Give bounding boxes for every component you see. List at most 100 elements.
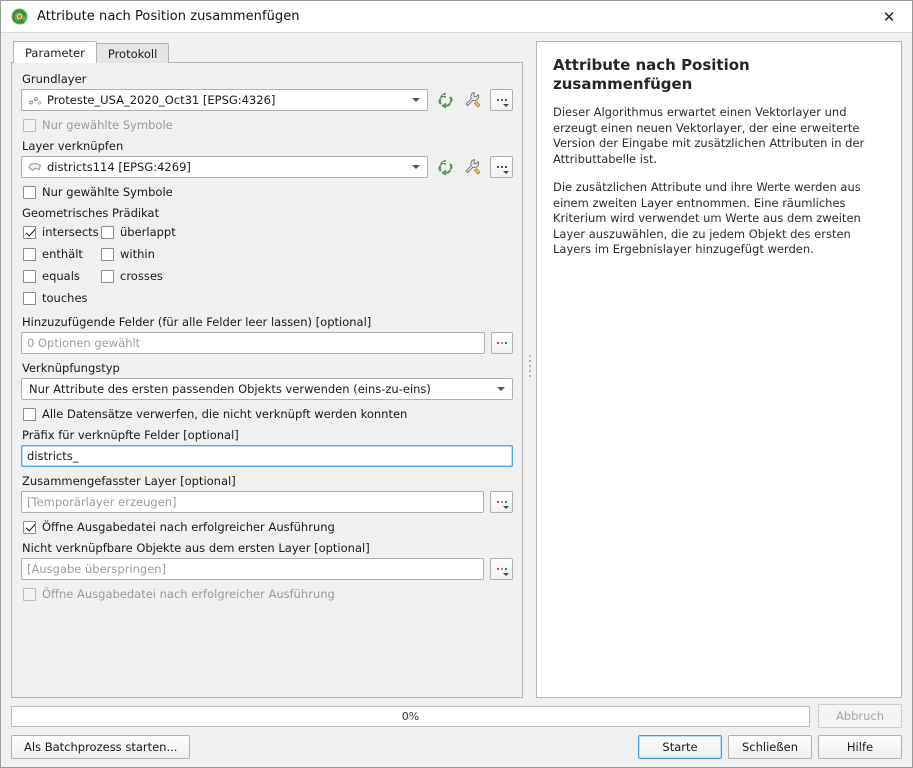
qgis-logo-icon (11, 8, 28, 25)
chevron-down-icon (503, 104, 509, 107)
predicate-label-equals: equals (42, 269, 80, 283)
chevron-down-icon (503, 573, 509, 576)
dialog-body: Parameter Protokoll Grundlayer Proteste_… (1, 33, 912, 698)
checkbox-box (23, 291, 36, 305)
predicate-within[interactable]: within (101, 247, 513, 261)
checkbox-box (23, 407, 36, 421)
run-button[interactable]: Starte (638, 735, 722, 759)
joined-layer-input[interactable]: [Temporärlayer erzeugen] (21, 491, 484, 513)
help-panel: Attribute nach Position zusammenfügen Di… (536, 41, 902, 698)
joined-layer-row: [Temporärlayer erzeugen] (21, 491, 513, 513)
point-layer-icon (27, 93, 43, 107)
refresh-icon[interactable] (434, 156, 456, 178)
polygon-layer-icon (27, 160, 43, 174)
chevron-down-icon (497, 387, 505, 391)
checkbox-box (23, 269, 36, 283)
discard-unmatched-checkbox[interactable]: Alle Datensätze verwerfen, die nicht ver… (23, 407, 513, 421)
checkbox-box (101, 225, 114, 239)
predicate-label-crosses: crosses (120, 269, 163, 283)
checkbox-box (23, 185, 36, 199)
parameters-column: Parameter Protokoll Grundlayer Proteste_… (1, 33, 523, 698)
progress-row: 0% Abbruch (11, 704, 902, 728)
base-layer-combo[interactable]: Proteste_USA_2020_Oct31 [EPSG:4326] (21, 89, 428, 111)
tab-protokoll[interactable]: Protokoll (95, 43, 170, 63)
join-type-label: Verknüpfungstyp (22, 361, 120, 375)
join-layer-combo[interactable]: districts114 [EPSG:4269] (21, 156, 428, 178)
open-output-checkbox-1[interactable]: Öffne Ausgabedatei nach erfolgreicher Au… (23, 520, 513, 534)
dots-menu-icon (496, 501, 507, 503)
close-icon[interactable]: ✕ (866, 1, 912, 32)
base-layer-row: Proteste_USA_2020_Oct31 [EPSG:4326] (21, 89, 513, 111)
unjoinable-label: Nicht verknüpfbare Objekte aus dem erste… (22, 541, 370, 555)
predicate-checkbox-grid: intersects überlappt enthält within equa… (21, 225, 513, 313)
dialog-footer: 0% Abbruch Als Batchprozess starten... S… (1, 698, 912, 767)
help-button[interactable]: Hilfe (818, 735, 902, 759)
button-row: Als Batchprozess starten... Starte Schli… (11, 735, 902, 759)
open-output-label-2: Öffne Ausgabedatei nach erfolgreicher Au… (42, 587, 335, 601)
joined-layer-label: Zusammengefasster Layer [optional] (22, 474, 236, 488)
chevron-down-icon (412, 98, 420, 102)
predicate-ueberlappt[interactable]: überlappt (101, 225, 513, 239)
base-layer-label: Grundlayer (22, 72, 87, 86)
prefix-row: districts_ (21, 445, 513, 467)
tab-parameter[interactable]: Parameter (13, 41, 97, 63)
unjoinable-row: [Ausgabe überspringen] (21, 558, 513, 580)
tab-bar: Parameter Protokoll (13, 41, 523, 63)
join-selected-only-label: Nur gewählte Symbole (42, 185, 173, 199)
panel-splitter[interactable] (523, 33, 536, 698)
refresh-icon[interactable] (434, 89, 456, 111)
fields-to-add-input[interactable]: 0 Optionen gewählt (21, 332, 485, 354)
predicate-crosses[interactable]: crosses (101, 269, 513, 283)
join-type-combo[interactable]: Nur Attribute des ersten passenden Objek… (21, 378, 513, 400)
chevron-down-icon (503, 171, 509, 174)
base-layer-value: Proteste_USA_2020_Oct31 [EPSG:4326] (47, 93, 276, 107)
cancel-button: Abbruch (818, 704, 902, 728)
dots-menu-icon (496, 166, 507, 168)
parameter-panel: Grundlayer Proteste_USA_2020_Oct31 [EPSG… (11, 62, 523, 698)
predicate-label-ueberlappt: überlappt (120, 225, 176, 239)
predicate-label-intersects: intersects (42, 225, 99, 239)
predicate-label-enthaelt: enthält (42, 247, 83, 261)
open-output-label-1: Öffne Ausgabedatei nach erfolgreicher Au… (42, 520, 335, 534)
predicate-touches[interactable]: touches (23, 291, 99, 305)
joined-layer-browse-button[interactable] (490, 491, 513, 513)
checkbox-box (23, 118, 36, 132)
checkbox-box (23, 247, 36, 261)
run-as-batch-button[interactable]: Als Batchprozess starten... (11, 735, 191, 759)
predicate-enthaelt[interactable]: enthält (23, 247, 99, 261)
close-button[interactable]: Schließen (728, 735, 812, 759)
predicate-label-within: within (120, 247, 155, 261)
discard-unmatched-label: Alle Datensätze verwerfen, die nicht ver… (42, 407, 408, 421)
unjoinable-input[interactable]: [Ausgabe überspringen] (21, 558, 484, 580)
progress-bar: 0% (11, 705, 810, 727)
fields-to-add-browse-button[interactable] (491, 332, 513, 354)
wrench-icon[interactable] (462, 156, 484, 178)
join-layer-row: districts114 [EPSG:4269] (21, 156, 513, 178)
join-layer-label: Layer verknüpfen (22, 139, 124, 153)
chevron-down-icon (503, 506, 509, 509)
fields-to-add-label: Hinzuzufügende Felder (für alle Felder l… (22, 315, 372, 329)
help-paragraph-2: Die zusätzlichen Attribute und ihre Wert… (553, 180, 861, 256)
checkbox-box (23, 587, 36, 601)
dots-menu-icon (496, 99, 507, 101)
checkbox-box (101, 269, 114, 283)
window-title: Attribute nach Position zusammenfügen (37, 9, 300, 24)
chevron-down-icon (412, 165, 420, 169)
splitter-grip (528, 354, 531, 377)
wrench-icon[interactable] (462, 89, 484, 111)
dots-menu-icon (497, 342, 507, 344)
unjoinable-browse-button[interactable] (490, 558, 513, 580)
checkbox-box (23, 225, 36, 239)
predicate-equals[interactable]: equals (23, 269, 99, 283)
join-layer-options-button[interactable] (490, 156, 513, 178)
fields-to-add-row: 0 Optionen gewählt (21, 332, 513, 354)
join-selected-only-checkbox[interactable]: Nur gewählte Symbole (23, 185, 513, 199)
predicate-intersects[interactable]: intersects (23, 225, 99, 239)
join-type-value: Nur Attribute des ersten passenden Objek… (29, 382, 431, 396)
dialog-window: Attribute nach Position zusammenfügen ✕ … (0, 0, 913, 768)
help-column: Attribute nach Position zusammenfügen Di… (536, 33, 912, 698)
base-layer-options-button[interactable] (490, 89, 513, 111)
prefix-input[interactable]: districts_ (21, 445, 513, 467)
help-title: Attribute nach Position zusammenfügen (553, 56, 750, 93)
join-layer-value: districts114 [EPSG:4269] (47, 160, 191, 174)
